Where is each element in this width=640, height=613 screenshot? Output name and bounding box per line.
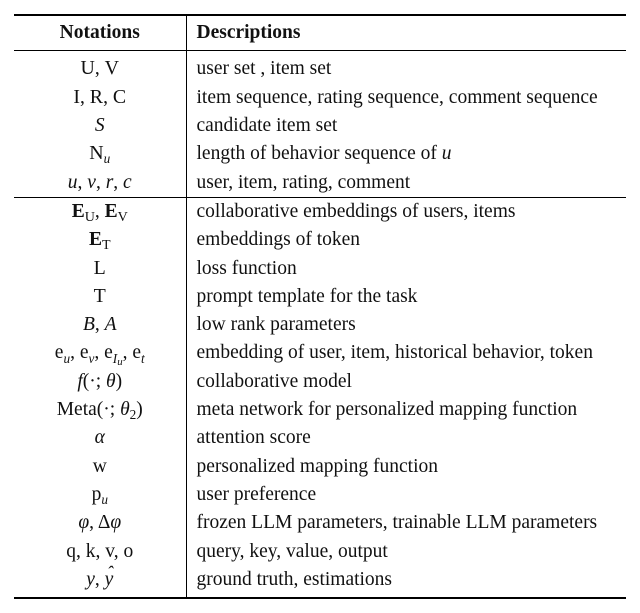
cell-description: item sequence, rating sequence, comment … <box>186 84 626 112</box>
notation-table: Notations Descriptions U, V user set , i… <box>14 14 626 599</box>
cell-notation: eu, ev, eIu, et <box>14 339 186 367</box>
table-row: eu, ev, eIu, et embedding of user, item,… <box>14 339 626 367</box>
table-row: pu user preference <box>14 481 626 509</box>
cell-notation: T <box>14 283 186 311</box>
cell-description: ground truth, estimations <box>186 566 626 598</box>
header-row: Notations Descriptions <box>14 15 626 51</box>
cell-description: personalized mapping function <box>186 453 626 481</box>
cell-description: meta network for personalized mapping fu… <box>186 396 626 424</box>
cell-description: query, key, value, output <box>186 538 626 566</box>
header-descriptions: Descriptions <box>186 15 626 51</box>
table-row: φ, Δφ frozen LLM parameters, trainable L… <box>14 509 626 537</box>
cell-notation: Nu <box>14 140 186 168</box>
table-row: L loss function <box>14 255 626 283</box>
cell-notation: f(·; θ) <box>14 368 186 396</box>
cell-description: attention score <box>186 424 626 452</box>
cell-notation: y, y <box>14 566 186 598</box>
cell-notation: ET <box>14 226 186 254</box>
table-row: Nu length of behavior sequence of u <box>14 140 626 168</box>
table-row: q, k, v, o query, key, value, output <box>14 538 626 566</box>
cell-notation: I, R, C <box>14 84 186 112</box>
cell-description: length of behavior sequence of u <box>186 140 626 168</box>
cell-description: user, item, rating, comment <box>186 169 626 198</box>
table-row: U, V user set , item set <box>14 51 626 84</box>
table-row: y, y ground truth, estimations <box>14 566 626 598</box>
cell-notation: B, A <box>14 311 186 339</box>
table-row: α attention score <box>14 424 626 452</box>
cell-notation: U, V <box>14 51 186 84</box>
cell-description: frozen LLM parameters, trainable LLM par… <box>186 509 626 537</box>
table-row: EU, EV collaborative embeddings of users… <box>14 197 626 226</box>
table-row: S candidate item set <box>14 112 626 140</box>
cell-notation: S <box>14 112 186 140</box>
table-row: B, A low rank parameters <box>14 311 626 339</box>
cell-description: user preference <box>186 481 626 509</box>
table-row: I, R, C item sequence, rating sequence, … <box>14 84 626 112</box>
cell-notation: φ, Δφ <box>14 509 186 537</box>
table-row: Meta(·; θ2) meta network for personalize… <box>14 396 626 424</box>
cell-description: embedding of user, item, historical beha… <box>186 339 626 367</box>
cell-notation: q, k, v, o <box>14 538 186 566</box>
cell-description: user set , item set <box>186 51 626 84</box>
table-row: w personalized mapping function <box>14 453 626 481</box>
cell-description: prompt template for the task <box>186 283 626 311</box>
cell-notation: α <box>14 424 186 452</box>
cell-notation: u, v, r, c <box>14 169 186 198</box>
cell-description: candidate item set <box>186 112 626 140</box>
cell-description: loss function <box>186 255 626 283</box>
cell-notation: L <box>14 255 186 283</box>
cell-description: embeddings of token <box>186 226 626 254</box>
cell-notation: w <box>14 453 186 481</box>
cell-description: collaborative model <box>186 368 626 396</box>
cell-notation: EU, EV <box>14 197 186 226</box>
table-row: ET embeddings of token <box>14 226 626 254</box>
table-row: f(·; θ) collaborative model <box>14 368 626 396</box>
cell-notation: Meta(·; θ2) <box>14 396 186 424</box>
cell-notation: pu <box>14 481 186 509</box>
header-notations: Notations <box>14 15 186 51</box>
cell-description: collaborative embeddings of users, items <box>186 197 626 226</box>
table-row: T prompt template for the task <box>14 283 626 311</box>
table-row: u, v, r, c user, item, rating, comment <box>14 169 626 198</box>
cell-description: low rank parameters <box>186 311 626 339</box>
